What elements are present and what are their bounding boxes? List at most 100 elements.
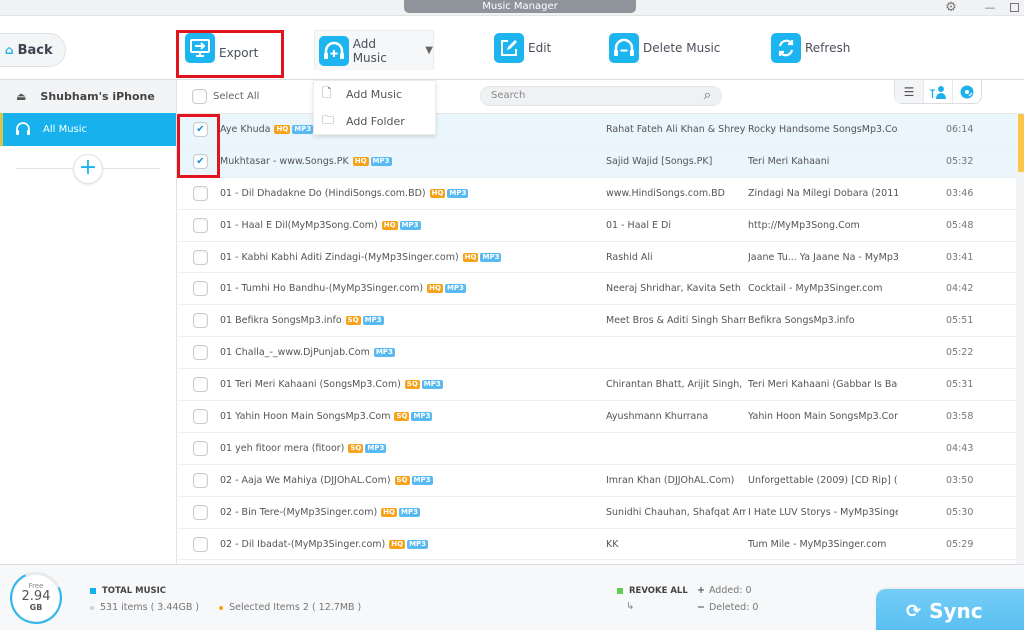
add-music-icon (319, 35, 349, 66)
format-badge: MP3 (292, 124, 314, 134)
dropdown-item-add-folder[interactable]: 🗀 Add Folder (314, 108, 435, 135)
song-row[interactable]: 02 - Dil Ibadat-(MyMp3Singer.com) HQ MP3 KK… (178, 528, 1016, 561)
song-row[interactable]: 01 Teri Meri Kahaani (SongsMp3.Com) SQ MP3… (178, 369, 1016, 402)
song-row[interactable]: 01 yeh fitoor mera (fitoor) SQ MP3 04:43 (178, 432, 1016, 465)
checkbox[interactable] (193, 408, 208, 424)
song-title: 01 - Haal E Dil(MyMp3Song.Com) HQ MP3 (220, 220, 421, 231)
maximize-icon[interactable] (1007, 0, 1021, 16)
added-count: + Added: 0 (697, 585, 752, 596)
storage-indicator: Free 2.94 GB (2, 564, 70, 630)
song-title-text: 01 Befikra SongsMp3.info (220, 315, 342, 327)
song-title: 01 Challa_-_www.DjPunjab.Com MP3 (220, 347, 395, 358)
song-album: Rocky Handsome SongsMp3.Com (748, 123, 898, 135)
select-all-checkbox[interactable]: Select All (192, 89, 259, 104)
list-header: Select All Search ⌕ ☰ (178, 80, 1024, 114)
device-name: Shubham's iPhone (40, 90, 155, 103)
song-row[interactable]: ✔ Mukhtasar - www.Songs.PK HQ MP3 Sajid Waji… (178, 145, 1016, 178)
checkbox[interactable] (193, 377, 208, 393)
revoke-all-button[interactable]: REVOKE ALL (617, 586, 688, 596)
export-highlight-box (176, 30, 284, 78)
song-title-text: Mukhtasar - www.Songs.PK (220, 155, 349, 167)
checkbox[interactable] (193, 249, 208, 265)
music-counts: 531 items ( 3.44GB ) Selected Items 2 ( … (90, 602, 361, 613)
song-duration: 05:48 (946, 219, 974, 231)
checkbox[interactable] (193, 440, 208, 456)
delete-music-icon (609, 33, 639, 63)
quality-badge: HQ (381, 220, 398, 230)
delete-music-button[interactable]: Delete Music (609, 28, 720, 68)
format-badge: MP3 (398, 507, 420, 517)
window-title: Music Manager (404, 0, 636, 13)
song-duration: 05:29 (946, 538, 974, 550)
song-title-text: 01 yeh fitoor mera (fitoor) (220, 442, 345, 454)
song-album: Cocktail - MyMp3Singer.com (748, 283, 883, 295)
format-badge: MP3 (411, 411, 433, 421)
checkbox[interactable] (193, 185, 208, 201)
refresh-button[interactable]: Refresh (771, 28, 850, 68)
song-row[interactable]: 01 Challa_-_www.DjPunjab.Com MP3 05:22 (178, 337, 1016, 370)
checkbox[interactable] (193, 217, 208, 233)
song-row[interactable]: 01 - Dil Dhadakne Do (HindiSongs.com.BD)… (178, 177, 1016, 210)
folder-icon: 🗀 (322, 113, 335, 127)
checkbox-checked[interactable]: ✔ (193, 121, 208, 137)
device-header[interactable]: ⏏ Shubham's iPhone (0, 80, 176, 113)
quality-badge: HQ (427, 284, 443, 294)
song-title-text: 01 - Tumhi Ho Bandhu-(MyMp3Singer.com) (220, 283, 424, 295)
caret-down-icon[interactable]: ▼ (425, 45, 433, 56)
song-row[interactable]: 01 - Tumhi Ho Bandhu-(MyMp3Singer.com) HQ… (178, 273, 1016, 306)
checkbox-checked[interactable]: ✔ (193, 153, 208, 169)
song-title: Aye Khuda HQ MP3 (220, 123, 314, 135)
sidebar: ⏏ Shubham's iPhone All Music + (0, 80, 177, 564)
song-album: Yahin Hoon Main SongsMp3.Com (748, 410, 898, 422)
format-badge: MP3 (362, 316, 384, 326)
song-row[interactable]: 01 - Kabhi Kabhi Aditi Zindagi-(MyMp3Sin… (178, 241, 1016, 274)
song-row[interactable]: 01 Befikra SongsMp3.info SQ MP3 Meet Bros &… (178, 305, 1016, 338)
checkbox[interactable] (192, 89, 207, 104)
add-playlist-button[interactable]: + (73, 154, 103, 184)
edit-button[interactable]: Edit (494, 28, 551, 68)
sync-button[interactable]: ⟳ Sync (876, 589, 1024, 630)
checkbox[interactable] (193, 345, 208, 361)
scrollbar-thumb[interactable] (1018, 114, 1024, 172)
checkbox[interactable] (193, 504, 208, 520)
format-badge: MP3 (411, 475, 433, 485)
song-row[interactable]: 02 - Bin Tere-(MyMp3Singer.com) HQ MP3 Suni… (178, 496, 1016, 529)
refresh-label: Refresh (805, 41, 851, 55)
song-row[interactable]: ✔ Aye Khuda HQ MP3 Rahat Fateh Ali Khan & Sh… (178, 114, 1016, 146)
selected-items: Selected Items 2 ( 12.7MB ) (229, 602, 362, 613)
song-row[interactable]: 01 - Haal E Dil(MyMp3Song.Com) HQ MP3 01 - … (178, 209, 1016, 242)
album-view-icon[interactable] (953, 80, 981, 103)
gear-icon[interactable]: ⚙ (942, 0, 960, 16)
back-label: Back (17, 42, 53, 58)
song-row[interactable]: 02 - Aaja We Mahiya (DJJOhAL.Com) SQ MP3 Im… (178, 464, 1016, 497)
song-title-text: Aye Khuda (220, 123, 271, 135)
song-title-text: 02 - Dil Ibadat-(MyMp3Singer.com) (220, 538, 386, 550)
scrollbar-track[interactable] (1016, 114, 1024, 564)
total-music: TOTAL MUSIC (90, 586, 166, 596)
minimize-icon[interactable]: — (983, 0, 997, 16)
checkbox[interactable] (193, 536, 208, 552)
dropdown-item-add-music[interactable]: 🗋 Add Music (314, 81, 435, 108)
checkbox[interactable] (193, 472, 208, 488)
file-icon: 🗋 (322, 86, 332, 100)
total-items: 531 items ( 3.44GB ) (100, 602, 200, 613)
list-view-icon[interactable]: ☰ (895, 80, 924, 103)
song-album: Zindagi Na Milegi Dobara (2011) [... (748, 187, 898, 199)
eject-icon[interactable]: ⏏ (16, 90, 26, 103)
song-row[interactable]: 01 Yahin Hoon Main SongsMp3.Com SQ MP3 Ayus… (178, 401, 1016, 433)
format-badge: MP3 (399, 220, 421, 230)
song-duration: 03:46 (946, 187, 974, 199)
checkbox[interactable] (193, 281, 208, 297)
artist-view-icon[interactable] (924, 80, 953, 103)
sidebar-item-all-music[interactable]: All Music (0, 113, 176, 146)
format-badge: MP3 (447, 188, 469, 198)
back-button[interactable]: ⌂ Back (0, 33, 66, 67)
checkbox[interactable] (193, 313, 208, 329)
search-icon[interactable]: ⌕ (704, 87, 711, 105)
song-artist: Neeraj Shridhar, Kavita Seth (606, 283, 741, 295)
search-input[interactable]: Search ⌕ (480, 86, 722, 106)
song-title: 02 - Dil Ibadat-(MyMp3Singer.com) HQ MP3 (220, 538, 429, 550)
add-music-button[interactable]: Add Music ▼ (314, 30, 434, 70)
music-manager-window: Music Manager ⚙ — ⌂ Back Export Add Musi… (0, 0, 1024, 630)
dropdown-item-label: Add Music (346, 88, 403, 101)
